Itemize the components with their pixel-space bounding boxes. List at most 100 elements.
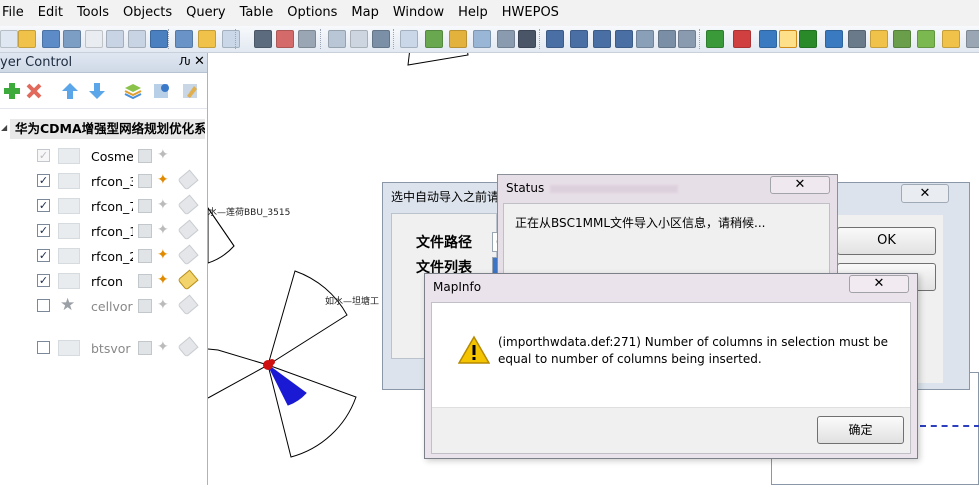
zoom-out-icon[interactable] xyxy=(733,30,751,48)
menu-help[interactable]: Help xyxy=(451,0,495,26)
tools-icon[interactable] xyxy=(942,30,960,48)
find-icon[interactable] xyxy=(106,30,124,48)
menu-objects[interactable]: Objects xyxy=(116,0,179,26)
map-window-icon[interactable] xyxy=(425,30,443,48)
layer-row[interactable]: ✓ rfcon_7 ✦ xyxy=(0,194,208,217)
selectable-icon[interactable]: ✦ xyxy=(157,273,169,287)
editable-icon[interactable] xyxy=(138,299,152,313)
graph-icon[interactable] xyxy=(449,30,467,48)
menu-options[interactable]: Options xyxy=(280,0,344,26)
zoom-in-icon[interactable] xyxy=(706,30,724,48)
browser-icon[interactable] xyxy=(400,30,418,48)
layout-icon[interactable] xyxy=(473,30,491,48)
editable-icon[interactable] xyxy=(138,341,152,355)
marquee-select-icon[interactable] xyxy=(546,30,564,48)
open-table-icon[interactable] xyxy=(18,30,36,48)
layer-visibility-checkbox[interactable]: ✓ xyxy=(37,224,50,237)
layer-visibility-checkbox[interactable]: ✓ xyxy=(37,249,50,262)
cut-icon[interactable] xyxy=(298,30,316,48)
remove-layer-icon[interactable] xyxy=(24,81,44,101)
menu-table[interactable]: Table xyxy=(233,0,281,26)
layer-row[interactable]: btsvor ✦ xyxy=(0,336,208,359)
copy-icon[interactable] xyxy=(328,30,346,48)
layer-row[interactable]: ✓ rfcon_3 ✦ xyxy=(0,169,208,192)
label-tag-icon[interactable] xyxy=(177,336,199,358)
paste-icon[interactable] xyxy=(350,30,368,48)
label-tag-icon[interactable] xyxy=(177,194,199,216)
graph-select-icon[interactable] xyxy=(636,30,654,48)
label-tag-icon[interactable] xyxy=(177,244,199,266)
editable-icon[interactable] xyxy=(138,274,152,288)
selectable-icon[interactable]: ✦ xyxy=(157,173,169,187)
redistrict-icon[interactable] xyxy=(497,30,515,48)
save-table-icon[interactable] xyxy=(42,30,60,48)
menu-window[interactable]: Window xyxy=(386,0,451,26)
editable-icon[interactable] xyxy=(138,224,152,238)
radius-select-icon[interactable] xyxy=(570,30,588,48)
display-settings-icon[interactable] xyxy=(152,81,172,101)
menu-map[interactable]: Map xyxy=(344,0,385,26)
add-layer-icon[interactable] xyxy=(2,81,22,101)
layer-row[interactable]: ✓ rfcon ✦ xyxy=(0,269,208,292)
export-icon[interactable] xyxy=(276,30,294,48)
confirm-button[interactable]: 确定 xyxy=(817,416,904,444)
grabber-icon[interactable] xyxy=(678,30,696,48)
label-icon[interactable] xyxy=(870,30,888,48)
open-workspace-icon[interactable] xyxy=(63,30,81,48)
editable-icon[interactable] xyxy=(138,149,152,163)
undo-icon[interactable] xyxy=(372,30,390,48)
hotlink-icon[interactable] xyxy=(825,30,843,48)
menu-hwepos[interactable]: HWEPOS xyxy=(495,0,566,26)
move-up-icon[interactable] xyxy=(60,81,80,101)
selectable-icon[interactable]: ✦ xyxy=(157,148,169,162)
layer-row[interactable]: ✓ rfcon_1 ✦ xyxy=(0,219,208,242)
select-icon[interactable] xyxy=(518,30,536,48)
label-settings-icon[interactable] xyxy=(181,81,201,101)
save-copy-icon[interactable] xyxy=(175,30,193,48)
import-dialog-close-button[interactable]: ✕ xyxy=(901,184,949,203)
selectable-icon[interactable]: ✦ xyxy=(157,198,169,212)
layer-row[interactable]: ✓ Cosmet ✦ xyxy=(0,145,208,167)
new-table-icon[interactable] xyxy=(0,30,18,48)
label-tag-icon[interactable] xyxy=(177,219,199,241)
menu-edit[interactable]: Edit xyxy=(31,0,70,26)
layer-visibility-checkbox[interactable]: ✓ xyxy=(37,199,50,212)
menu-query[interactable]: Query xyxy=(179,0,233,26)
layer-properties-icon[interactable] xyxy=(123,81,143,101)
menu-file[interactable]: File xyxy=(0,0,31,26)
unselect-icon[interactable] xyxy=(658,30,676,48)
ruler-icon[interactable] xyxy=(848,30,866,48)
layer-visibility-checkbox[interactable]: ✓ xyxy=(37,274,50,287)
layer-row[interactable]: ★ cellvor ✦ xyxy=(0,294,208,317)
boundary-select-icon[interactable] xyxy=(593,30,611,48)
collapse-arrow-icon[interactable]: ◢ xyxy=(1,123,7,132)
selectable-icon[interactable]: ✦ xyxy=(157,298,169,312)
change-view-icon[interactable] xyxy=(759,30,777,48)
selectable-icon[interactable]: ✦ xyxy=(157,340,169,354)
pin-icon[interactable]: Ԉ xyxy=(179,55,191,68)
find-selection-icon[interactable] xyxy=(128,30,146,48)
mapinfo-dialog-close-button[interactable]: ✕ xyxy=(849,275,909,293)
selectable-icon[interactable]: ✦ xyxy=(157,248,169,262)
layer-tree-root[interactable]: 华为CDMA增强型网络规划优化系统 xyxy=(10,119,205,139)
close-icon[interactable] xyxy=(85,30,103,48)
label-tag-icon[interactable] xyxy=(177,294,199,316)
folder-icon[interactable] xyxy=(198,30,216,48)
print-icon[interactable] xyxy=(254,30,272,48)
layer-control-icon[interactable] xyxy=(917,30,935,48)
save-icon[interactable] xyxy=(150,30,168,48)
ok-button[interactable]: OK xyxy=(837,227,936,255)
label-tag-icon[interactable] xyxy=(177,269,199,291)
print-preview-icon[interactable] xyxy=(222,30,240,48)
editable-icon[interactable] xyxy=(138,249,152,263)
layer-visibility-checkbox[interactable] xyxy=(37,341,50,354)
extra-icon[interactable] xyxy=(966,30,979,48)
polygon-select-icon[interactable] xyxy=(615,30,633,48)
move-down-icon[interactable] xyxy=(87,81,107,101)
drag-map-icon[interactable] xyxy=(893,30,911,48)
info-icon[interactable] xyxy=(799,30,817,48)
close-icon[interactable]: ✕ xyxy=(194,54,205,69)
status-dialog-close-button[interactable]: ✕ xyxy=(770,176,830,194)
layer-row[interactable]: ✓ rfcon_2 ✦ xyxy=(0,244,208,267)
pan-icon[interactable] xyxy=(779,30,797,48)
